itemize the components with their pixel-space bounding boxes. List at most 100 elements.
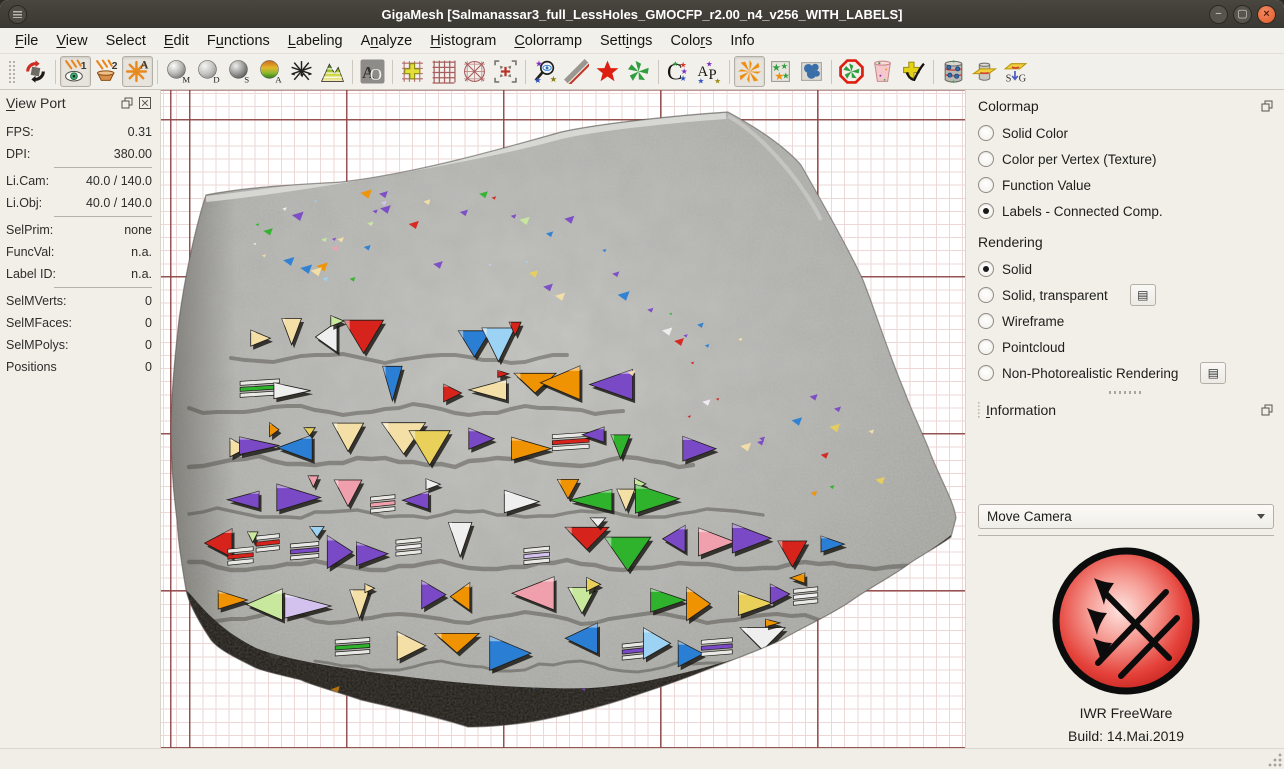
stat-value: n.a. <box>131 245 152 259</box>
dock-splitter[interactable] <box>978 386 1274 398</box>
material-specular-icon[interactable]: S <box>224 56 255 87</box>
render-options-menu-button[interactable]: ▤ <box>1200 362 1226 384</box>
menu-bars-glyph <box>13 11 22 18</box>
svg-text:★: ★ <box>680 74 687 83</box>
material-ambient-icon[interactable]: A <box>255 56 286 87</box>
svg-text:★: ★ <box>706 59 713 68</box>
menu-select[interactable]: Select <box>97 30 155 52</box>
3d-viewport[interactable] <box>160 90 966 748</box>
information-header: Information <box>978 402 1274 418</box>
stat-label: Positions <box>6 360 57 374</box>
colorramp-labels-icon[interactable]: C★★★★ <box>663 56 694 87</box>
colormap-header: Colormap <box>978 98 1274 114</box>
annotation-labels-icon[interactable]: AP★★★ <box>694 56 725 87</box>
title-bar: GigaMesh [Salmanassar3_full_LessHoles_GM… <box>0 0 1284 28</box>
radio-button[interactable] <box>978 287 994 303</box>
render-options-menu-button[interactable]: ▤ <box>1130 284 1156 306</box>
radio-button[interactable] <box>978 177 994 193</box>
menu-view[interactable]: View <box>47 30 96 52</box>
radio-button[interactable] <box>978 365 994 381</box>
menu-settings[interactable]: Settings <box>591 30 661 52</box>
rendering-options: Solid Solid, transparent ▤ Wireframe Pointcl… <box>978 256 1274 386</box>
toolbar-grip[interactable] <box>8 61 16 83</box>
svg-text:S: S <box>1006 73 1012 84</box>
close-button[interactable]: × <box>1257 5 1276 24</box>
light-fixed-object-icon[interactable]: 2 <box>91 56 122 87</box>
export-svg-icon[interactable]: SG <box>1000 56 1031 87</box>
selection-trash-icon[interactable] <box>867 56 898 87</box>
labels-selected-icon[interactable]: ★★★★ <box>765 56 796 87</box>
select-green-star-icon[interactable] <box>623 56 654 87</box>
menu-info[interactable]: Info <box>721 30 763 52</box>
light-ambient-icon[interactable]: A <box>122 56 153 87</box>
menu-edit[interactable]: Edit <box>155 30 198 52</box>
radio-label[interactable]: Labels - Connected Comp. <box>1002 204 1163 219</box>
radio-button[interactable] <box>978 151 994 167</box>
light-fixed-cam-icon[interactable]: 1 <box>60 56 91 87</box>
labels-connected-comp-icon[interactable] <box>734 56 765 87</box>
labels-borders-icon[interactable] <box>796 56 827 87</box>
build-date: Build: 14.Mai.2019 <box>1068 728 1184 744</box>
toolbar-separator <box>729 60 730 84</box>
radio-button[interactable] <box>978 313 994 329</box>
colormap-option: Labels - Connected Comp. <box>978 198 1274 224</box>
isolines-icon[interactable] <box>317 56 348 87</box>
stat-row: Li.Cam:40.0 / 140.0 <box>6 170 152 192</box>
radio-button[interactable] <box>978 339 994 355</box>
menu-file[interactable]: File <box>6 30 47 52</box>
menu-colors[interactable]: Colors <box>661 30 721 52</box>
menu-analyze[interactable]: Analyze <box>352 30 422 52</box>
select-red-star-icon[interactable] <box>592 56 623 87</box>
radio-button[interactable] <box>978 261 994 277</box>
svg-text:O: O <box>370 65 382 84</box>
apply-changes-icon[interactable] <box>898 56 929 87</box>
mouse-mode-select[interactable]: Move Camera <box>978 504 1274 529</box>
grid-polar-icon[interactable] <box>459 56 490 87</box>
colormap-title: Colormap <box>978 98 1039 114</box>
splitter-dots <box>1109 391 1143 394</box>
grid-add-icon[interactable] <box>397 56 428 87</box>
mesh-canvas[interactable] <box>161 90 967 748</box>
menu-functions[interactable]: Functions <box>198 30 279 52</box>
resize-grip[interactable] <box>1268 753 1282 767</box>
deselect-icon[interactable] <box>561 56 592 87</box>
cutting-plane-icon[interactable] <box>969 56 1000 87</box>
minimize-button[interactable]: − <box>1209 5 1228 24</box>
light-vectors-icon[interactable] <box>286 56 317 87</box>
radio-label[interactable]: Non-Photorealistic Rendering <box>1002 366 1178 381</box>
selection-view-icon[interactable] <box>490 56 521 87</box>
svg-text:D: D <box>213 74 220 84</box>
material-diffuse-icon[interactable]: D <box>193 56 224 87</box>
toolbar-separator <box>55 60 56 84</box>
radio-label[interactable]: Solid <box>1002 262 1032 277</box>
menu-histogram[interactable]: Histogram <box>421 30 505 52</box>
stat-row: SelMFaces:0 <box>6 312 152 334</box>
float-panel-icon[interactable] <box>1260 99 1274 113</box>
menu-colorramp[interactable]: Colorramp <box>505 30 591 52</box>
close-panel-icon[interactable] <box>138 96 152 110</box>
radio-button[interactable] <box>978 125 994 141</box>
view-reset-icon[interactable] <box>20 56 51 87</box>
menu-labeling[interactable]: Labeling <box>279 30 352 52</box>
ambient-occlusion-icon[interactable]: AO <box>357 56 388 87</box>
zoom-to-selection-icon[interactable]: ★★★ <box>530 56 561 87</box>
float-panel-icon[interactable] <box>120 96 134 110</box>
panel-drag-handle[interactable] <box>978 402 982 418</box>
stat-label: FuncVal: <box>6 245 54 259</box>
stat-value: 0 <box>145 360 152 374</box>
radio-label[interactable]: Pointcloud <box>1002 340 1065 355</box>
radio-label[interactable]: Wireframe <box>1002 314 1064 329</box>
grid-rectangular-icon[interactable] <box>428 56 459 87</box>
unwrap-cylinder-icon[interactable] <box>938 56 969 87</box>
label-remove-icon[interactable] <box>836 56 867 87</box>
stat-value: 380.00 <box>114 147 152 161</box>
maximize-button[interactable]: ▢ <box>1233 5 1252 24</box>
radio-button[interactable] <box>978 203 994 219</box>
radio-label[interactable]: Color per Vertex (Texture) <box>1002 152 1157 167</box>
radio-label[interactable]: Solid Color <box>1002 126 1068 141</box>
radio-label[interactable]: Solid, transparent <box>1002 288 1108 303</box>
material-shininess-icon[interactable]: M <box>162 56 193 87</box>
window-menu-icon[interactable] <box>8 5 27 24</box>
float-panel-icon[interactable] <box>1260 403 1274 417</box>
radio-label[interactable]: Function Value <box>1002 178 1091 193</box>
